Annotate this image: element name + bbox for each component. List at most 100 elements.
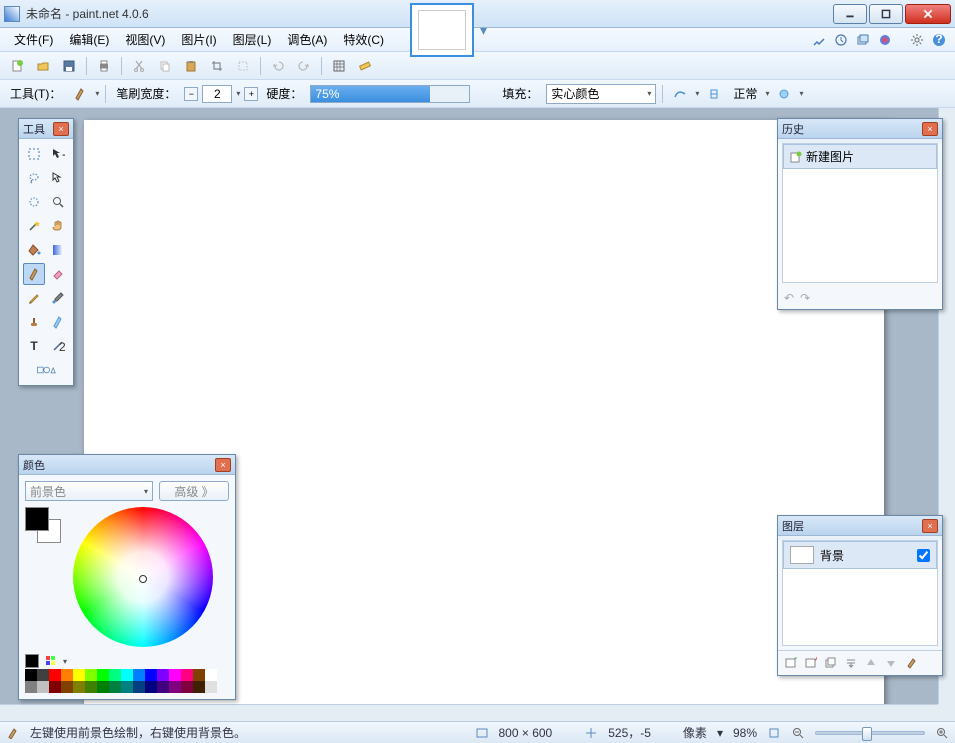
brush-width-decrement[interactable]: − <box>184 87 198 101</box>
layer-item[interactable]: 背景 <box>783 541 937 569</box>
palette-cell[interactable] <box>61 669 73 681</box>
deselect-icon[interactable] <box>232 55 254 77</box>
palette-cell[interactable] <box>49 681 61 693</box>
palette-cell[interactable] <box>181 669 193 681</box>
palette-cell[interactable] <box>133 669 145 681</box>
menu-file[interactable]: 文件(F) <box>6 28 61 51</box>
eraser-tool-icon[interactable] <box>47 263 69 285</box>
ruler-icon[interactable] <box>354 55 376 77</box>
palette-cell[interactable] <box>157 669 169 681</box>
minimize-button[interactable] <box>833 4 867 24</box>
palette-cell[interactable] <box>205 681 217 693</box>
paint-bucket-tool-icon[interactable] <box>23 239 45 261</box>
ellipse-select-tool-icon[interactable] <box>23 191 45 213</box>
palette-cell[interactable] <box>157 681 169 693</box>
colors-window-icon[interactable] <box>875 30 895 50</box>
palette-cell[interactable] <box>193 681 205 693</box>
brush-width-dropdown[interactable]: ▾ <box>236 89 240 98</box>
history-panel-close[interactable]: × <box>922 122 938 136</box>
move-layer-down-icon[interactable] <box>882 654 900 672</box>
palette-cell[interactable] <box>205 669 217 681</box>
crop-icon[interactable] <box>206 55 228 77</box>
palette-options-icon[interactable] <box>43 653 59 669</box>
undo-icon[interactable] <box>267 55 289 77</box>
recolor-tool-icon[interactable] <box>47 311 69 333</box>
tools-window-icon[interactable] <box>809 30 829 50</box>
palette-cell[interactable] <box>169 669 181 681</box>
help-icon[interactable]: ? <box>929 30 949 50</box>
palette-dropdown[interactable]: ▾ <box>63 657 67 666</box>
fill-select[interactable]: 实心颜色 ▾ <box>546 84 656 104</box>
move-pixels-tool-icon[interactable] <box>47 167 69 189</box>
history-item[interactable]: 新建图片 <box>783 144 937 169</box>
grid-icon[interactable] <box>328 55 350 77</box>
history-list[interactable]: 新建图片 <box>782 143 938 283</box>
paintbrush-tool-icon[interactable] <box>23 263 45 285</box>
palette-cell[interactable] <box>73 669 85 681</box>
palette-cell[interactable] <box>85 681 97 693</box>
palette-cell[interactable] <box>133 681 145 693</box>
palette-cell[interactable] <box>85 669 97 681</box>
duplicate-layer-icon[interactable] <box>822 654 840 672</box>
antialias-dropdown[interactable]: ▾ <box>695 89 699 98</box>
palette-cell[interactable] <box>61 681 73 693</box>
blend-dropdown[interactable]: ▾ <box>765 89 769 98</box>
maximize-button[interactable] <box>869 4 903 24</box>
palette-cell[interactable] <box>145 669 157 681</box>
palette-cell[interactable] <box>181 681 193 693</box>
palette-cell[interactable] <box>121 681 133 693</box>
palette-cell[interactable] <box>193 669 205 681</box>
menu-effects[interactable]: 特效(C) <box>335 28 392 51</box>
color-swatches[interactable] <box>25 507 61 543</box>
antialias-icon[interactable] <box>669 83 691 105</box>
layer-properties-icon[interactable] <box>902 654 920 672</box>
zoom-out-icon[interactable] <box>791 726 805 740</box>
palette-cell[interactable] <box>97 669 109 681</box>
pencil-tool-icon[interactable] <box>23 287 45 309</box>
blend-icon[interactable] <box>703 83 725 105</box>
palette-cell[interactable] <box>37 681 49 693</box>
open-file-icon[interactable] <box>32 55 54 77</box>
palette-cell[interactable] <box>37 669 49 681</box>
shapes-tool-icon[interactable] <box>35 359 57 381</box>
palette-cell[interactable] <box>109 681 121 693</box>
move-selection-tool-icon[interactable]: + <box>47 143 69 165</box>
color-picker-tool-icon[interactable] <box>47 287 69 309</box>
rect-select-tool-icon[interactable] <box>23 143 45 165</box>
colors-panel-close[interactable]: × <box>215 458 231 472</box>
add-layer-icon[interactable]: + <box>782 654 800 672</box>
delete-layer-icon[interactable]: × <box>802 654 820 672</box>
palette-cell[interactable] <box>109 669 121 681</box>
tools-panel-close[interactable]: × <box>53 122 69 136</box>
mini-swatch-black[interactable] <box>25 654 39 668</box>
layers-list[interactable]: 背景 <box>782 540 938 646</box>
palette-cell[interactable] <box>145 681 157 693</box>
menu-image[interactable]: 图片(I) <box>173 28 224 51</box>
color-mode-select[interactable]: 前景色 ▾ <box>25 481 153 501</box>
pan-tool-icon[interactable] <box>47 215 69 237</box>
merge-layer-icon[interactable] <box>842 654 860 672</box>
palette-cell[interactable] <box>121 669 133 681</box>
menu-layers[interactable]: 图层(L) <box>225 28 280 51</box>
brush-width-input[interactable] <box>202 85 232 103</box>
layers-panel-close[interactable]: × <box>922 519 938 533</box>
close-button[interactable] <box>905 4 951 24</box>
brush-width-increment[interactable]: + <box>244 87 258 101</box>
color-wheel-cursor[interactable] <box>139 575 147 583</box>
print-icon[interactable] <box>93 55 115 77</box>
history-window-icon[interactable] <box>831 30 851 50</box>
lasso-tool-icon[interactable] <box>23 167 45 189</box>
layer-visibility-checkbox[interactable] <box>917 549 930 562</box>
horizontal-scrollbar[interactable] <box>0 704 938 721</box>
copy-icon[interactable] <box>154 55 176 77</box>
selection-mode-icon[interactable] <box>773 83 795 105</box>
move-layer-up-icon[interactable] <box>862 654 880 672</box>
blend-mode-label[interactable]: 正常 <box>729 85 761 102</box>
selection-mode-dropdown[interactable]: ▾ <box>799 89 803 98</box>
paste-icon[interactable] <box>180 55 202 77</box>
advanced-button[interactable]: 高级 》 <box>159 481 229 501</box>
image-thumbnail[interactable] <box>410 3 474 57</box>
status-unit[interactable]: 像素 <box>683 724 707 741</box>
menu-edit[interactable]: 编辑(E) <box>61 28 117 51</box>
palette-cell[interactable] <box>73 681 85 693</box>
